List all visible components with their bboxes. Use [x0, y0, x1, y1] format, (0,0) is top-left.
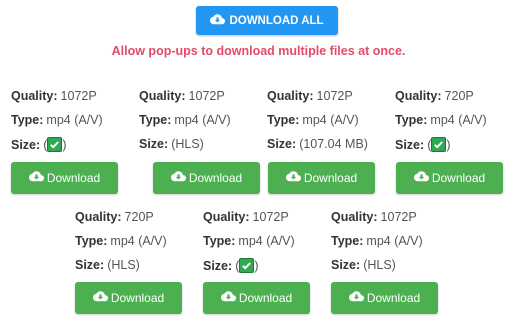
size-label: Size: [395, 138, 425, 152]
checkmark-icon [239, 258, 255, 273]
download-button[interactable]: Download [396, 162, 503, 194]
cloud-download-icon [220, 291, 236, 305]
type-label: Type: [139, 113, 172, 127]
size-value: (HLS) [363, 258, 396, 272]
size-value: () [235, 258, 259, 273]
size-row: Size: (HLS) [75, 258, 140, 272]
quality-label: Quality: [139, 89, 186, 103]
quality-value: 1072P [60, 89, 97, 103]
quality-row: Quality: 1072P [11, 89, 97, 103]
size-row: Size:() [203, 258, 259, 273]
size-value: (HLS) [107, 258, 140, 272]
quality-value: 720P [124, 210, 154, 224]
download-label: Download [431, 171, 486, 185]
quality-row: Quality: 1072P [267, 89, 353, 103]
download-button[interactable]: Download [203, 282, 310, 314]
cloud-download-icon [285, 171, 301, 185]
quality-value: 1072P [188, 89, 225, 103]
size-close: ) [62, 138, 67, 152]
size-value: () [427, 137, 451, 152]
quality-label: Quality: [203, 210, 250, 224]
size-label: Size: [75, 258, 105, 272]
quality-label: Quality: [331, 210, 378, 224]
type-row: Type: mp4 (A/V) [203, 234, 295, 248]
cloud-download-icon [210, 13, 226, 28]
size-label: Size: [267, 137, 297, 151]
type-label: Type: [395, 113, 428, 127]
size-row: Size: (HLS) [139, 137, 204, 151]
quality-value: 1072P [252, 210, 289, 224]
cloud-download-icon [413, 171, 429, 185]
download-button[interactable]: Download [331, 282, 438, 314]
type-value: mp4 (A/V) [46, 113, 103, 127]
size-label: Size: [11, 138, 41, 152]
download-label: Download [188, 171, 243, 185]
type-row: Type: mp4 (A/V) [11, 113, 103, 127]
quality-value: 1072P [380, 210, 417, 224]
type-row: Type: mp4 (A/V) [75, 234, 167, 248]
download-button[interactable]: Download [11, 162, 118, 194]
quality-label: Quality: [267, 89, 314, 103]
quality-value: 1072P [316, 89, 353, 103]
quality-row: Quality: 1072P [203, 210, 289, 224]
size-value: () [43, 137, 67, 152]
type-value: mp4 (A/V) [366, 234, 423, 248]
cloud-download-icon [28, 171, 44, 185]
type-value: mp4 (A/V) [174, 113, 231, 127]
download-all-button[interactable]: DOWNLOAD ALL [196, 6, 338, 35]
quality-row: Quality: 720P [395, 89, 474, 103]
size-label: Size: [139, 137, 169, 151]
type-row: Type: mp4 (A/V) [139, 113, 231, 127]
type-value: mp4 (A/V) [302, 113, 359, 127]
size-row: Size: (107.04 MB) [267, 137, 368, 151]
download-all-label: DOWNLOAD ALL [229, 14, 324, 27]
size-row: Size:() [11, 137, 67, 152]
checkmark-icon [47, 137, 63, 152]
size-row: Size:() [395, 137, 451, 152]
size-value: (HLS) [171, 137, 204, 151]
size-label: Size: [331, 258, 361, 272]
download-label: Download [238, 291, 293, 305]
quality-label: Quality: [395, 89, 442, 103]
type-value: mp4 (A/V) [430, 113, 487, 127]
quality-value: 720P [444, 89, 474, 103]
type-row: Type: mp4 (A/V) [395, 113, 487, 127]
download-label: Download [110, 291, 165, 305]
download-label: Download [366, 291, 421, 305]
size-close: ) [254, 259, 259, 273]
download-label: Download [46, 171, 101, 185]
quality-label: Quality: [11, 89, 58, 103]
type-label: Type: [331, 234, 364, 248]
cloud-download-icon [348, 291, 364, 305]
size-row: Size: (HLS) [331, 258, 396, 272]
type-label: Type: [203, 234, 236, 248]
checkmark-icon [431, 137, 447, 152]
cloud-download-icon [170, 171, 186, 185]
quality-row: Quality: 1072P [139, 89, 225, 103]
download-button[interactable]: Download [268, 162, 375, 194]
type-label: Type: [267, 113, 300, 127]
download-button[interactable]: Download [75, 282, 182, 314]
download-button[interactable]: Download [153, 162, 260, 194]
popup-notice: Allow pop-ups to download multiple files… [111, 44, 406, 58]
cloud-download-icon [92, 291, 108, 305]
type-row: Type: mp4 (A/V) [331, 234, 423, 248]
quality-label: Quality: [75, 210, 122, 224]
size-value: (107.04 MB) [299, 137, 368, 151]
download-label: Download [303, 171, 358, 185]
quality-row: Quality: 1072P [331, 210, 417, 224]
type-value: mp4 (A/V) [238, 234, 295, 248]
type-label: Type: [11, 113, 44, 127]
type-value: mp4 (A/V) [110, 234, 167, 248]
type-row: Type: mp4 (A/V) [267, 113, 359, 127]
type-label: Type: [75, 234, 108, 248]
size-label: Size: [203, 259, 233, 273]
quality-row: Quality: 720P [75, 210, 154, 224]
size-close: ) [446, 138, 451, 152]
